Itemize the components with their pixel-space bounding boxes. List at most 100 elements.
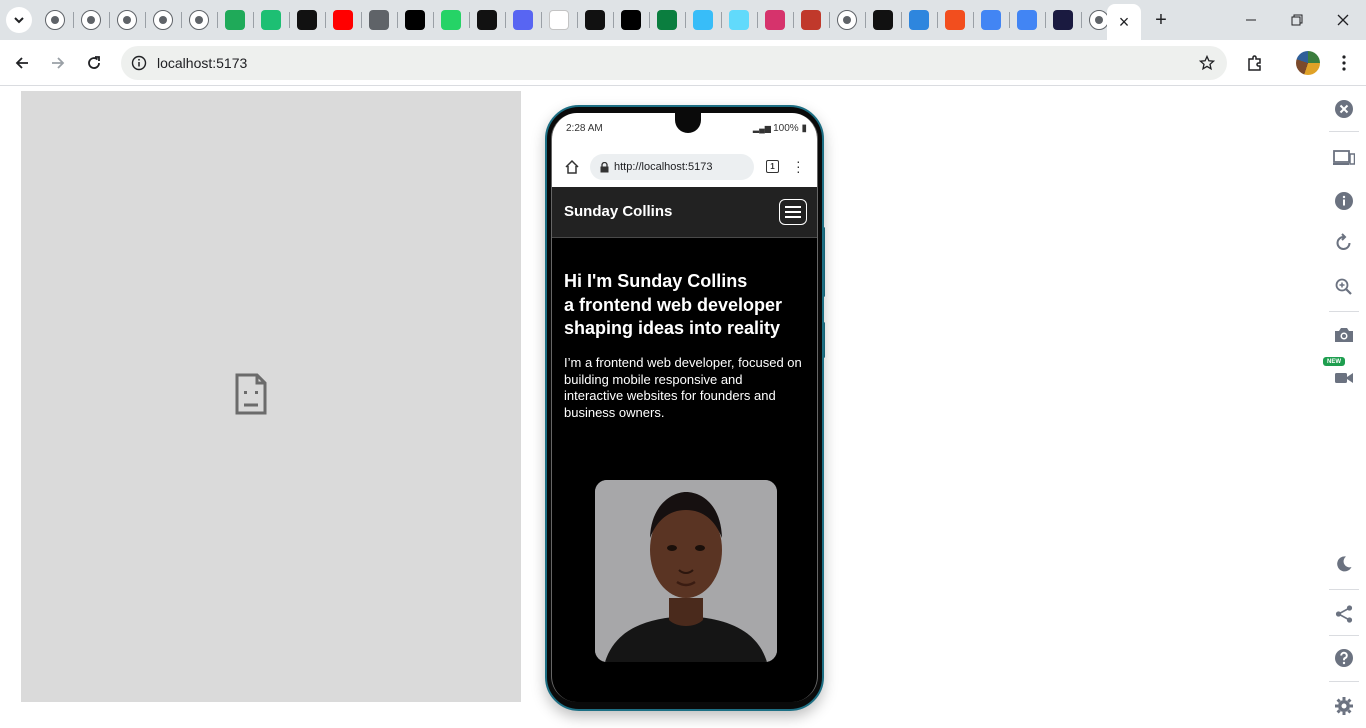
fiverr-icon[interactable] <box>261 10 281 30</box>
tab-separator <box>253 12 254 28</box>
extensions-button[interactable] <box>1241 49 1269 77</box>
zoom-icon <box>1335 278 1352 295</box>
restore-button[interactable] <box>1274 0 1320 40</box>
info-button[interactable] <box>1331 188 1357 214</box>
close-panel-button[interactable] <box>1331 96 1357 122</box>
browser-menu-button[interactable] <box>1330 49 1358 77</box>
react-icon[interactable] <box>729 10 749 30</box>
blank-page-icon[interactable] <box>549 10 569 30</box>
github-icon[interactable] <box>585 10 605 30</box>
chrome-icon[interactable] <box>1089 10 1109 30</box>
puzzle-icon <box>1248 55 1261 71</box>
tab-separator <box>721 12 722 28</box>
c-icon[interactable] <box>909 10 929 30</box>
rotate-button[interactable] <box>1331 230 1357 256</box>
tailwind-icon[interactable] <box>693 10 713 30</box>
rotate-icon <box>1336 233 1351 250</box>
grid-icon[interactable] <box>981 10 1001 30</box>
tab-separator <box>1045 12 1046 28</box>
tab-separator <box>361 12 362 28</box>
hamburger-menu-icon[interactable] <box>779 199 807 225</box>
vercel-icon[interactable] <box>621 10 641 30</box>
active-tab[interactable]: × <box>1107 4 1141 40</box>
devices-button[interactable] <box>1331 145 1357 171</box>
devices-icon <box>1333 150 1355 165</box>
mobile-tabs-button[interactable]: 1 <box>766 160 779 173</box>
minimize-icon <box>1246 19 1256 21</box>
globe-icon[interactable] <box>81 10 101 30</box>
chart-icon[interactable] <box>801 10 821 30</box>
green-chat-icon[interactable] <box>225 10 245 30</box>
help-button[interactable] <box>1331 645 1357 671</box>
back-button[interactable] <box>8 49 36 77</box>
tab-separator <box>793 12 794 28</box>
mobile-menu-icon[interactable]: · · · <box>796 154 801 178</box>
screenshot-button[interactable] <box>1331 322 1357 348</box>
tab-separator <box>397 12 398 28</box>
hashnode-icon[interactable] <box>873 10 893 30</box>
address-bar[interactable]: localhost:5173 <box>121 46 1227 80</box>
mobile-url-bar[interactable]: http://localhost:5173 <box>590 154 754 180</box>
hero-heading: Hi I'm Sunday Collins a frontend web dev… <box>564 270 809 341</box>
tab-separator <box>433 12 434 28</box>
whatsapp-icon[interactable] <box>441 10 461 30</box>
back-arrow-icon <box>15 57 28 69</box>
sad-page-icon <box>235 373 267 415</box>
new-tab-button[interactable]: + <box>1151 9 1171 31</box>
site-info-icon[interactable] <box>129 53 149 73</box>
settings-button[interactable] <box>1331 693 1357 719</box>
globe-icon[interactable] <box>189 10 209 30</box>
globe-icon[interactable] <box>117 10 137 30</box>
sidebar-divider <box>1329 131 1359 132</box>
figma-icon[interactable] <box>945 10 965 30</box>
battery-icon: ▮ <box>801 123 807 134</box>
tab-separator <box>73 12 74 28</box>
record-button[interactable] <box>1331 365 1357 391</box>
info-icon <box>1335 192 1353 210</box>
youtube-icon[interactable] <box>333 10 353 30</box>
minimize-button[interactable] <box>1228 0 1274 40</box>
close-icon <box>1337 14 1349 26</box>
globe-icon[interactable] <box>153 10 173 30</box>
address-text[interactable]: localhost:5173 <box>157 55 247 71</box>
react-icon[interactable] <box>765 10 785 30</box>
reload-button[interactable] <box>80 49 108 77</box>
threads-icon[interactable] <box>477 10 497 30</box>
tab-separator <box>469 12 470 28</box>
tab-separator <box>217 12 218 28</box>
linkedin-icon[interactable] <box>369 10 389 30</box>
restore-icon <box>1291 14 1303 26</box>
video-camera-icon <box>1335 373 1353 383</box>
tab-separator <box>577 12 578 28</box>
tab-strip: × + <box>0 0 1366 40</box>
sidebar-divider <box>1329 589 1359 590</box>
discord-icon[interactable] <box>513 10 533 30</box>
tab-search-button[interactable] <box>6 7 32 33</box>
home-icon[interactable] <box>564 159 580 175</box>
profile-photo <box>595 480 777 662</box>
google-icon[interactable] <box>1017 10 1037 30</box>
close-tab-icon[interactable]: × <box>1119 12 1130 33</box>
w-icon[interactable] <box>657 10 677 30</box>
upwork-icon[interactable] <box>297 10 317 30</box>
help-icon <box>1335 649 1353 667</box>
moon-icon <box>1337 556 1352 572</box>
code-icon[interactable] <box>1053 10 1073 30</box>
tab-separator <box>145 12 146 28</box>
hero-line-1: Hi I'm Sunday Collins <box>564 271 748 291</box>
profile-avatar[interactable] <box>1296 51 1320 75</box>
tab-separator <box>505 12 506 28</box>
zoom-button[interactable] <box>1331 274 1357 300</box>
site-brand[interactable]: Sunday Collins <box>564 203 672 220</box>
forward-button[interactable] <box>44 49 72 77</box>
globe-icon[interactable] <box>837 10 857 30</box>
close-window-button[interactable] <box>1320 0 1366 40</box>
tab-separator <box>1009 12 1010 28</box>
chevron-down-icon <box>14 17 24 24</box>
share-button[interactable] <box>1331 601 1357 627</box>
bookmark-star-icon[interactable] <box>1197 53 1217 73</box>
dark-mode-button[interactable] <box>1331 551 1357 577</box>
phone-screen: 2:28 AM ▂▄▆ 100% ▮ http://localhost:5173… <box>551 113 818 702</box>
x-icon[interactable] <box>405 10 425 30</box>
globe-icon[interactable] <box>45 10 65 30</box>
